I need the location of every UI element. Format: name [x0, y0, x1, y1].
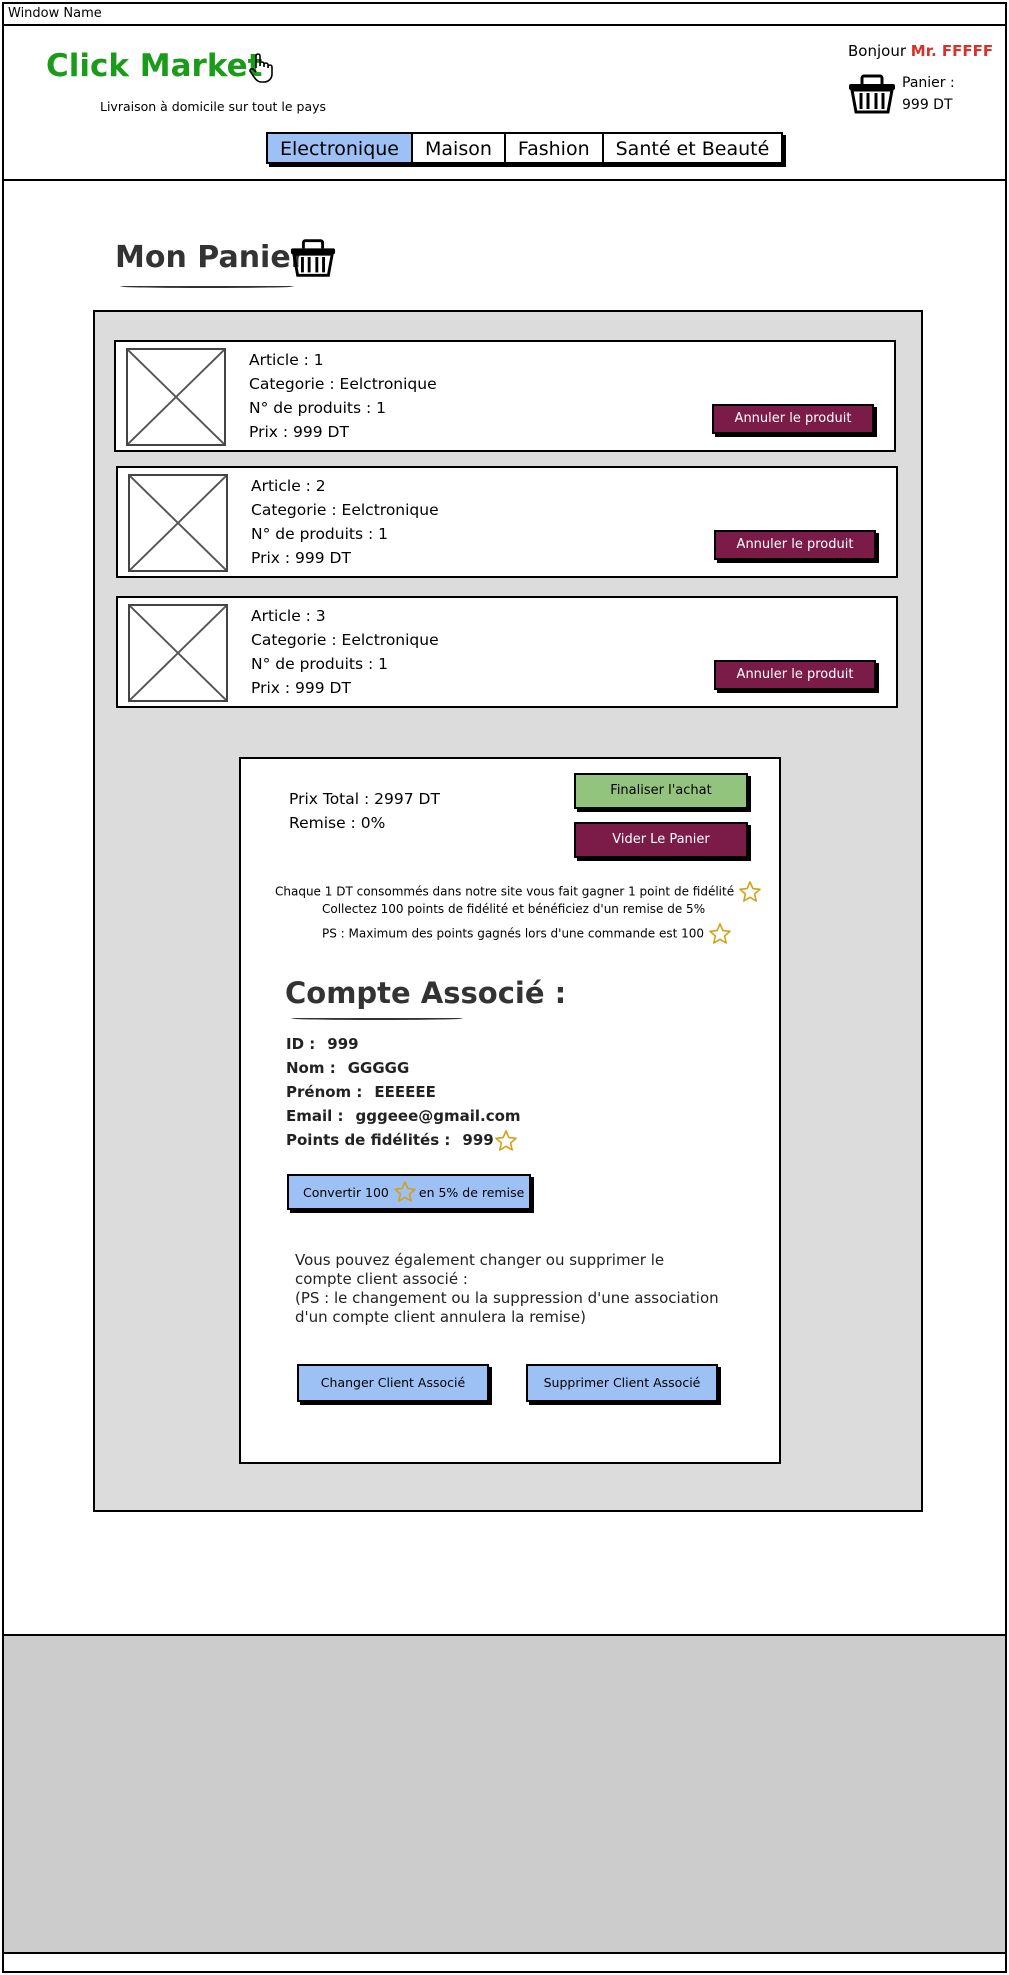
item-article: Article : 3 — [251, 607, 326, 625]
title-underline — [120, 285, 294, 288]
account-note-line-1: Vous pouvez également changer ou supprim… — [295, 1251, 665, 1288]
window-title: Window Name — [4, 4, 1005, 26]
order-summary: Prix Total : 2997 DT Remise : 0% Finalis… — [239, 757, 781, 1464]
convert-points-button[interactable]: Convertir 100 en 5% de remise — [287, 1174, 531, 1210]
item-quantity: N° de produits : 1 — [249, 399, 386, 417]
field-value: gggeee@gmail.com — [355, 1107, 521, 1125]
account-id-row: ID : 999 — [286, 1032, 521, 1056]
cart-panel: Article : 1 Categorie : Eelctronique N° … — [93, 310, 923, 1512]
convert-prefix: Convertir 100 — [303, 1184, 389, 1200]
field-label: Points de fidélités : — [286, 1131, 451, 1149]
star-icon — [394, 1181, 416, 1202]
site-footer — [4, 1634, 1005, 1954]
user-greeting: Bonjour Mr. FFFFF — [848, 42, 993, 60]
field-label: Email : — [286, 1107, 344, 1125]
cancel-product-button[interactable]: Annuler le produit — [714, 660, 876, 690]
item-article: Article : 2 — [251, 477, 326, 495]
cart-item: Article : 3 Categorie : Eelctronique N° … — [116, 596, 898, 708]
field-label: ID : — [286, 1035, 316, 1053]
greeting-prefix: Bonjour — [848, 42, 906, 60]
star-icon — [709, 923, 731, 944]
item-price: Prix : 999 DT — [251, 549, 351, 567]
total-price: Prix Total : 2997 DT — [289, 790, 440, 808]
item-quantity: N° de produits : 1 — [251, 525, 388, 543]
field-value: EEEEEE — [374, 1083, 436, 1101]
account-nom-row: Nom : GGGGG — [286, 1056, 521, 1080]
cart-summary: Panier : 999 DT — [902, 72, 955, 116]
field-value: 999 — [327, 1035, 359, 1053]
product-image-placeholder — [128, 474, 228, 572]
field-label: Nom : — [286, 1059, 336, 1077]
empty-cart-button[interactable]: Vider Le Panier — [574, 822, 748, 858]
field-value: GGGGG — [347, 1059, 410, 1077]
user-name[interactable]: Mr. FFFFF — [911, 42, 993, 60]
site-header: Click Market Livraison à domicile sur to… — [4, 26, 1005, 181]
delete-client-button[interactable]: Supprimer Client Associé — [526, 1364, 718, 1402]
item-category: Categorie : Eelctronique — [249, 375, 437, 393]
account-title-underline — [291, 1017, 463, 1020]
item-category: Categorie : Eelctronique — [251, 631, 439, 649]
tab-fashion[interactable]: Fashion — [506, 134, 604, 162]
page-title: Mon Panier — [115, 240, 306, 275]
totals: Prix Total : 2997 DT Remise : 0% — [289, 787, 440, 835]
field-label: Prénom : — [286, 1083, 363, 1101]
cancel-product-button[interactable]: Annuler le produit — [714, 530, 876, 560]
hand-pointer-icon — [249, 53, 273, 83]
basket-icon[interactable] — [847, 72, 897, 116]
category-nav: Electronique Maison Fashion Santé et Bea… — [266, 132, 784, 164]
cart-label: Panier : — [902, 75, 955, 91]
tagline: Livraison à domicile sur tout le pays — [100, 99, 327, 114]
cancel-product-button[interactable]: Annuler le produit — [712, 404, 874, 434]
item-price: Prix : 999 DT — [249, 423, 349, 441]
tab-maison[interactable]: Maison — [413, 134, 506, 162]
cart-item: Article : 2 Categorie : Eelctronique N° … — [116, 466, 898, 578]
item-quantity: N° de produits : 1 — [251, 655, 388, 673]
loyalty-text: Chaque 1 DT consommés dans notre site vo… — [275, 884, 735, 899]
loyalty-text: PS : Maximum des points gagnés lors d'un… — [322, 926, 704, 941]
brand-logo[interactable]: Click Market — [46, 48, 262, 84]
product-image-placeholder — [128, 604, 228, 702]
item-article: Article : 1 — [249, 351, 324, 369]
loyalty-info-1: Chaque 1 DT consommés dans notre site vo… — [275, 880, 762, 904]
item-info: Article : 1 Categorie : Eelctronique N° … — [249, 348, 437, 444]
account-prenom-row: Prénom : EEEEEE — [286, 1080, 521, 1104]
cart-total: 999 DT — [902, 97, 953, 113]
account-points-row: Points de fidélités : 999 — [286, 1128, 521, 1153]
account-email-row: Email : gggeee@gmail.com — [286, 1104, 521, 1128]
finish-purchase-button[interactable]: Finaliser l'achat — [574, 773, 748, 809]
item-category: Categorie : Eelctronique — [251, 501, 439, 519]
loyalty-info-3: PS : Maximum des points gagnés lors d'un… — [322, 922, 732, 946]
item-info: Article : 3 Categorie : Eelctronique N° … — [251, 604, 439, 700]
tab-sante-beaute[interactable]: Santé et Beauté — [604, 134, 782, 162]
product-image-placeholder — [126, 348, 226, 446]
star-icon — [739, 881, 761, 902]
account-fields: ID : 999 Nom : GGGGG Prénom : EEEEEE Email … — [286, 1032, 521, 1153]
item-info: Article : 2 Categorie : Eelctronique N° … — [251, 474, 439, 570]
cart-item: Article : 1 Categorie : Eelctronique N° … — [114, 340, 896, 452]
star-icon — [494, 1129, 517, 1151]
account-note-line-2: (PS : le changement ou la suppression d'… — [295, 1289, 719, 1326]
app-window: Window Name Click Market Livraison à dom… — [2, 2, 1007, 1973]
field-value: 999 — [462, 1131, 494, 1149]
basket-icon — [290, 239, 336, 277]
discount: Remise : 0% — [289, 814, 386, 832]
change-client-button[interactable]: Changer Client Associé — [297, 1364, 489, 1402]
account-title: Compte Associé : — [285, 976, 567, 1010]
item-price: Prix : 999 DT — [251, 679, 351, 697]
loyalty-info-2: Collectez 100 points de fidélité et béné… — [322, 902, 706, 916]
convert-suffix: en 5% de remise — [418, 1184, 525, 1200]
tab-electronique[interactable]: Electronique — [268, 134, 414, 162]
account-note: Vous pouvez également changer ou supprim… — [295, 1251, 725, 1327]
